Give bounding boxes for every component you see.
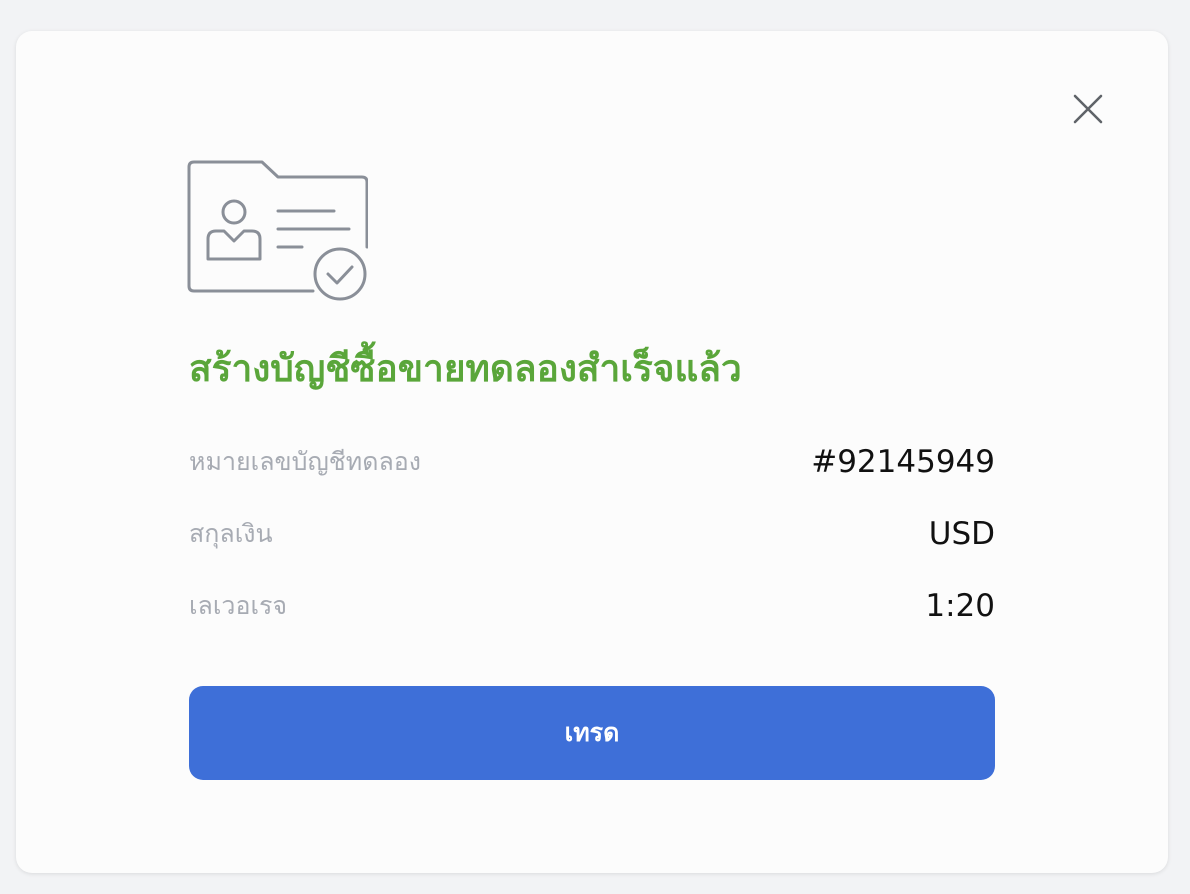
demo-account-number-label: หมายเลขบัญชีทดลอง bbox=[189, 447, 421, 476]
leverage-row: เลเวอเรจ 1:20 bbox=[189, 584, 995, 628]
trade-button[interactable]: เทรด bbox=[189, 686, 995, 780]
account-folder-check-icon bbox=[186, 159, 368, 307]
demo-account-number-value: #92145949 bbox=[811, 444, 995, 480]
currency-label: สกุลเงิน bbox=[189, 519, 273, 548]
demo-account-success-dialog: สร้างบัญชีซื้อขายทดลองสำเร็จแล้ว หมายเลข… bbox=[16, 31, 1168, 873]
close-icon bbox=[1073, 94, 1103, 124]
close-button[interactable] bbox=[1072, 93, 1104, 125]
currency-row: สกุลเงิน USD bbox=[189, 512, 995, 556]
leverage-value: 1:20 bbox=[925, 588, 995, 624]
success-title: สร้างบัญชีซื้อขายทดลองสำเร็จแล้ว bbox=[189, 347, 742, 390]
leverage-label: เลเวอเรจ bbox=[189, 591, 288, 620]
currency-value: USD bbox=[928, 516, 995, 552]
demo-account-number-row: หมายเลขบัญชีทดลอง #92145949 bbox=[189, 440, 995, 484]
